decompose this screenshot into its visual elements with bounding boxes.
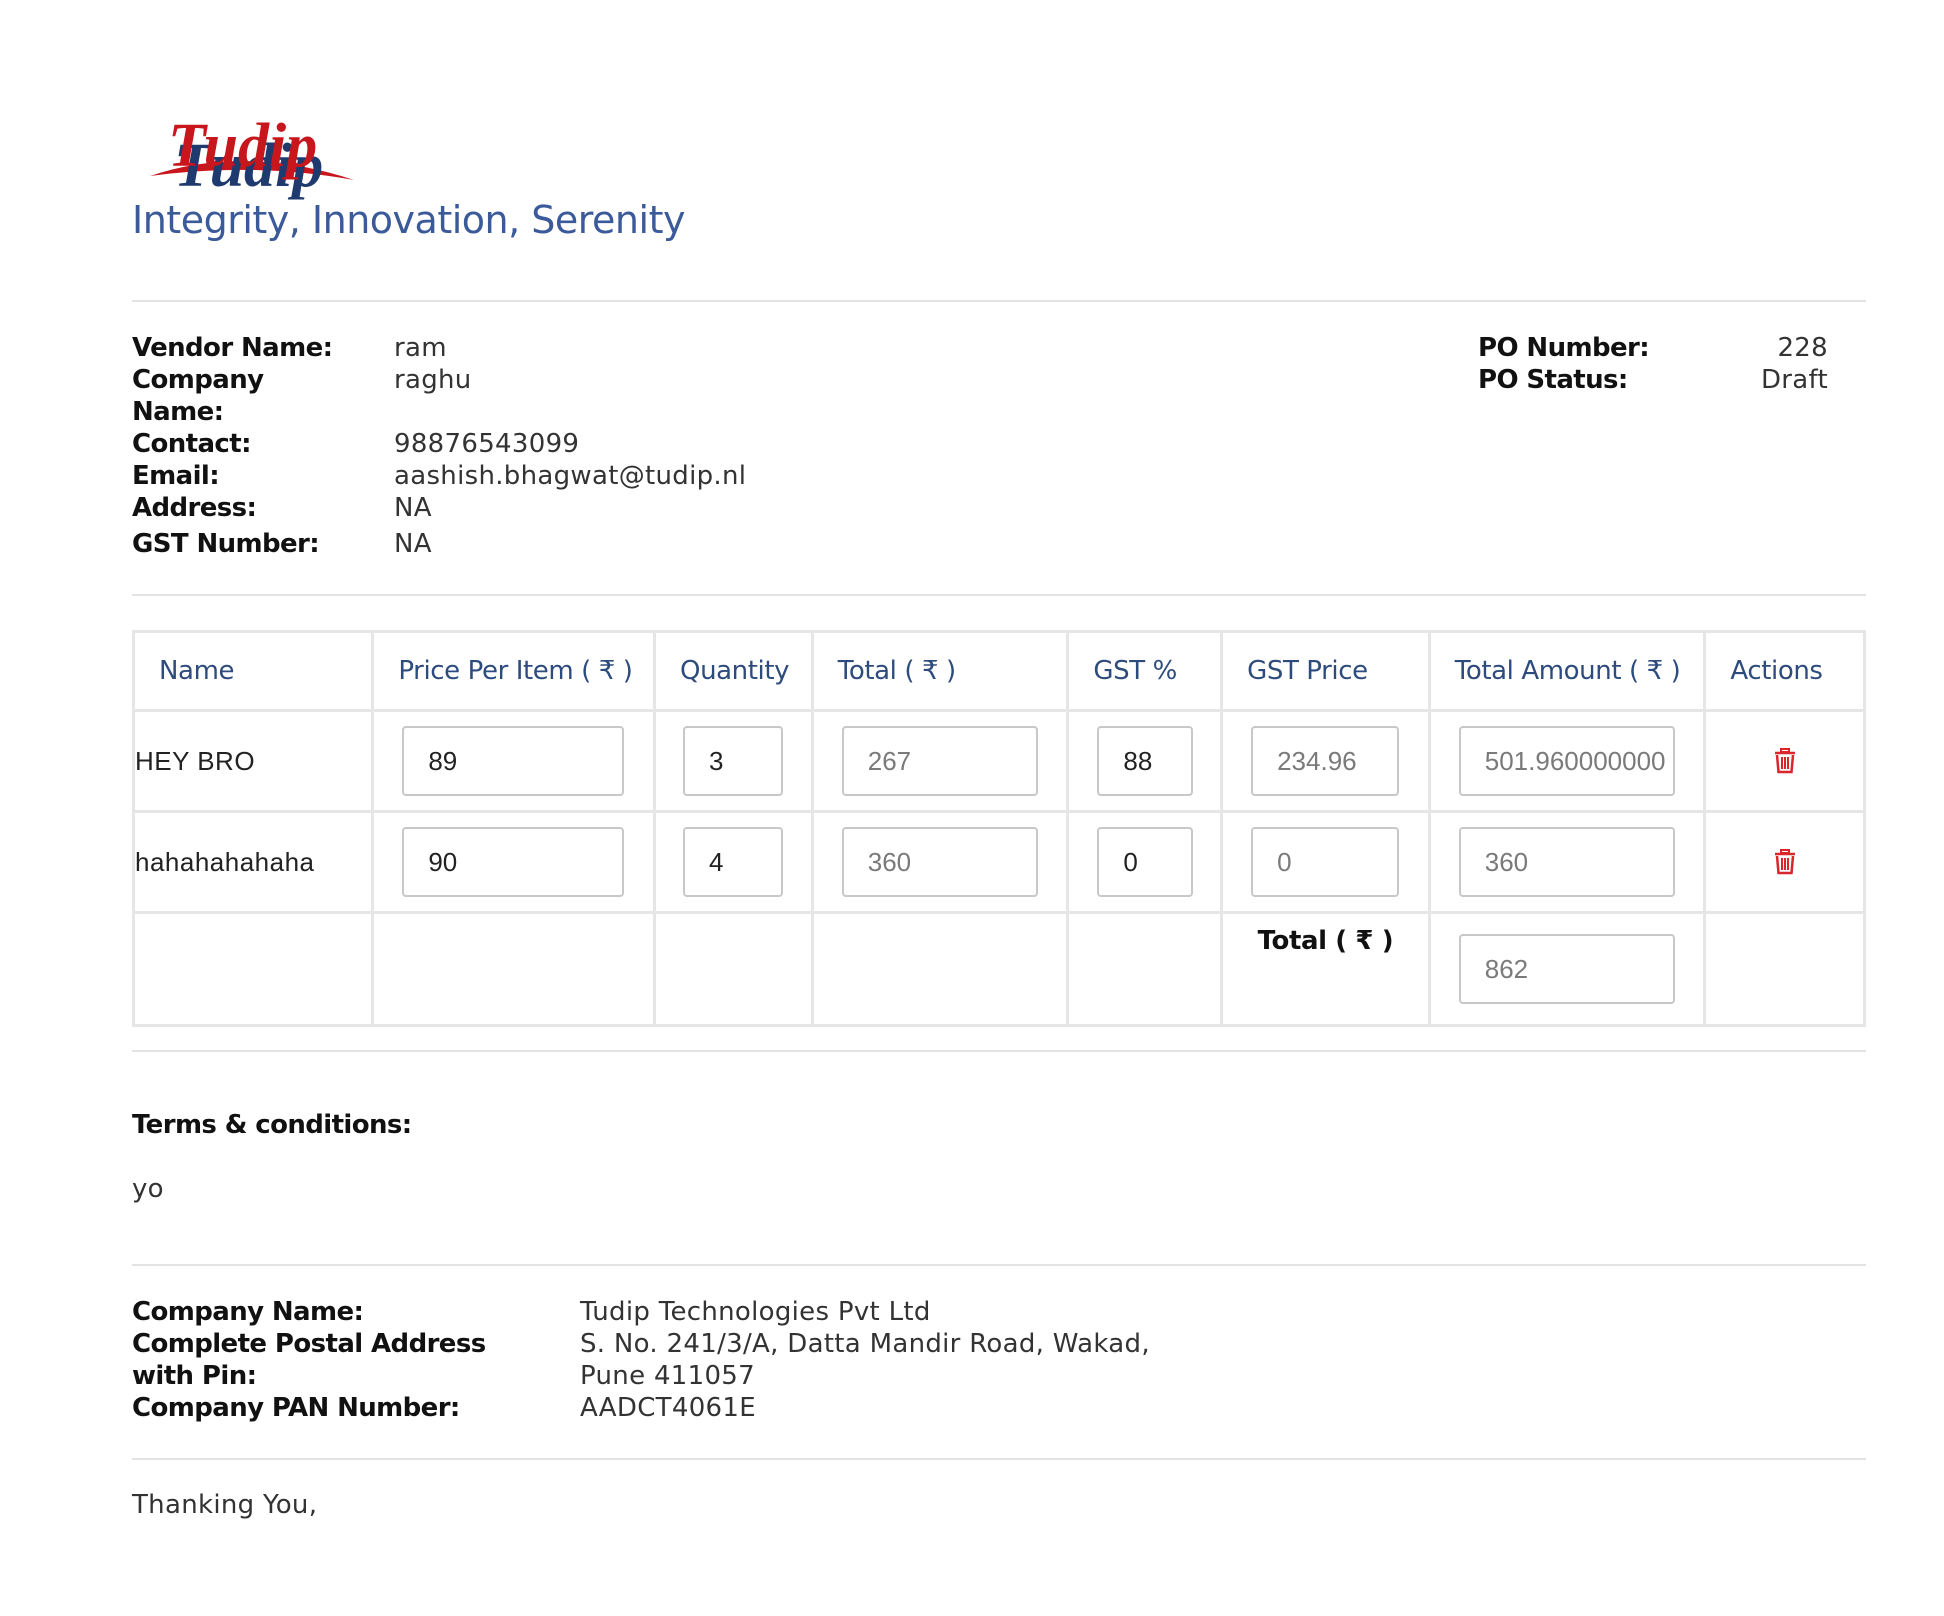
column-header: Price Per Item ( ₹ ) <box>371 630 656 712</box>
divider <box>132 1458 1866 1460</box>
pan-number-label: Company PAN Number: <box>132 1393 460 1423</box>
quantity-input[interactable]: 4 <box>683 827 783 897</box>
svg-text:Tudip: Tudip <box>168 112 317 180</box>
total-field[interactable]: 267 <box>841 726 1038 796</box>
table-row: HEY BRO 89 3 267 88 234.96 501.960000000 <box>131 709 1866 813</box>
postal-address-label: Complete Postal Address with Pin: <box>132 1329 486 1391</box>
gst-number-label: GST Number: <box>132 529 320 559</box>
empty-cell <box>1066 911 1224 1027</box>
divider <box>132 1050 1866 1052</box>
grand-total-field[interactable]: 862 <box>1458 934 1675 1004</box>
gst-price-field[interactable]: 0 <box>1251 827 1400 897</box>
terms-heading: Terms & conditions: <box>132 1110 412 1140</box>
company-name-value: raghu <box>394 365 472 395</box>
price-input[interactable]: 90 <box>402 827 625 897</box>
column-header: GST % <box>1066 630 1224 712</box>
company-name-label: Company Name: <box>132 1297 364 1327</box>
column-header: Total ( ₹ ) <box>810 630 1070 712</box>
item-name: hahahahahaha <box>131 810 375 914</box>
grand-total-label: Total ( ₹ ) <box>1220 911 1431 1027</box>
gst-percent-input[interactable]: 88 <box>1097 726 1194 796</box>
divider <box>132 300 1866 302</box>
empty-cell <box>131 911 375 1027</box>
address-label: Address: <box>132 493 257 523</box>
total-amount-field[interactable]: 501.960000000 <box>1458 726 1675 796</box>
postal-address-value: S. No. 241/3/A, Datta Mandir Road, Wakad… <box>580 1329 1150 1391</box>
empty-cell <box>371 911 656 1027</box>
gst-price-field[interactable]: 234.96 <box>1251 726 1400 796</box>
total-field[interactable]: 360 <box>841 827 1038 897</box>
item-name: HEY BRO <box>131 709 375 813</box>
trash-icon[interactable] <box>1774 748 1796 774</box>
tudip-logo: Tudip Tudip <box>144 104 362 204</box>
gst-percent-input[interactable]: 0 <box>1097 827 1194 897</box>
quantity-input[interactable]: 3 <box>683 726 783 796</box>
vendor-name-value: ram <box>394 333 447 363</box>
po-number-value: 228 <box>1777 333 1828 363</box>
po-status-value: Draft <box>1760 365 1828 395</box>
po-status-label: PO Status: <box>1478 365 1628 395</box>
column-header: Total Amount ( ₹ ) <box>1427 630 1707 712</box>
trash-icon[interactable] <box>1774 849 1796 875</box>
terms-text: yo <box>132 1174 164 1204</box>
divider <box>132 1264 1866 1266</box>
price-input[interactable]: 89 <box>402 726 625 796</box>
closing-text: Thanking You, <box>132 1490 318 1520</box>
pan-number-value: AADCT4061E <box>580 1393 756 1423</box>
company-tagline: Integrity, Innovation, Serenity <box>132 198 685 242</box>
column-header: GST Price <box>1220 630 1431 712</box>
table-total-row: Total ( ₹ ) 862 <box>131 911 1866 1027</box>
total-amount-field[interactable]: 360 <box>1458 827 1675 897</box>
column-header: Quantity <box>653 630 814 712</box>
empty-cell <box>653 911 814 1027</box>
table-header-row: Name Price Per Item ( ₹ ) Quantity Total… <box>131 630 1866 712</box>
table-row: hahahahahaha 90 4 360 0 0 360 <box>131 810 1866 914</box>
po-number-label: PO Number: <box>1478 333 1650 363</box>
address-value: NA <box>394 493 432 523</box>
contact-label: Contact: <box>132 429 251 459</box>
column-header: Name <box>131 630 375 712</box>
email-value: aashish.bhagwat@tudip.nl <box>394 461 747 491</box>
column-header: Actions <box>1703 630 1866 712</box>
empty-cell <box>810 911 1070 1027</box>
email-label: Email: <box>132 461 220 491</box>
company-name-label: Company Name: <box>132 365 264 427</box>
empty-cell <box>1703 911 1866 1027</box>
contact-value: 98876543099 <box>394 429 580 459</box>
items-table: Name Price Per Item ( ₹ ) Quantity Total… <box>131 630 1866 1027</box>
po-details: PO Number: 228 PO Status: Draft <box>1478 332 1828 396</box>
vendor-name-label: Vendor Name: <box>132 333 333 363</box>
gst-number-value: NA <box>394 529 432 559</box>
divider <box>132 594 1866 596</box>
company-name-value: Tudip Technologies Pvt Ltd <box>580 1297 931 1327</box>
